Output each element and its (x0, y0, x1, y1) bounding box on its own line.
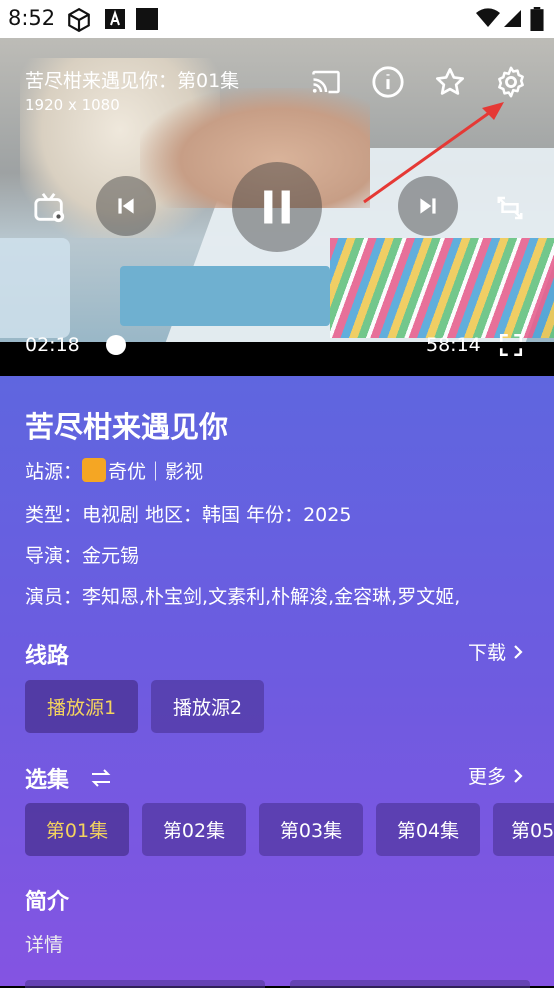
signal-icon (504, 10, 521, 27)
swap-order-icon[interactable] (87, 766, 115, 790)
screen-rotate-icon (497, 196, 523, 220)
battery-icon (530, 7, 544, 31)
type-line: 类型：电视剧 地区：韩国 年份：2025 (25, 504, 352, 526)
cast-button[interactable] (306, 62, 346, 102)
next-button[interactable] (398, 176, 458, 236)
routes-heading: 线路 (25, 644, 70, 669)
info-icon (372, 66, 404, 98)
source-app-icon (82, 458, 107, 482)
source-label: 站源： (25, 461, 83, 483)
wifi-icon (476, 8, 500, 27)
previous-button[interactable] (96, 176, 156, 236)
fullscreen-button[interactable] (496, 330, 526, 360)
more-episodes-button[interactable]: 更多 (468, 762, 526, 789)
status-bar: 8:52 (0, 0, 554, 38)
route-chip-1[interactable]: 播放源1 (25, 680, 138, 733)
source-value[interactable]: 奇优｜影视 (108, 461, 203, 483)
info-button[interactable] (368, 62, 408, 102)
chevron-right-icon (514, 768, 523, 783)
tv-pip-button[interactable] (28, 188, 72, 228)
cube-icon (68, 7, 90, 33)
rotate-button[interactable] (488, 188, 532, 228)
skip-next-icon (420, 198, 436, 214)
total-time: 58:14 (426, 334, 481, 356)
intro-heading: 简介 (25, 890, 70, 915)
video-title: 苦尽柑来遇见你：第01集 (25, 70, 240, 92)
bottom-card (25, 980, 265, 988)
favorite-button[interactable] (430, 62, 470, 102)
fullscreen-icon (499, 333, 523, 357)
tv-settings-icon (34, 192, 65, 223)
status-time: 8:52 (8, 6, 56, 30)
square-notification-icon (136, 8, 158, 30)
pause-icon (264, 190, 290, 224)
cast-line: 演员：李知恩,朴宝剑,文素利,朴解浚,金容琳,罗文姬, (25, 586, 461, 608)
episodes-heading: 选集 (25, 762, 115, 794)
settings-button[interactable] (491, 62, 531, 102)
download-button[interactable]: 下载 (468, 638, 526, 665)
seek-handle[interactable] (106, 335, 126, 355)
download-label: 下载 (467, 642, 506, 664)
bottom-card (290, 980, 530, 988)
cast-icon (312, 70, 340, 94)
episode-chip-5[interactable]: 第05集 (493, 803, 554, 856)
pause-button[interactable] (232, 162, 322, 252)
chevron-right-icon (514, 644, 523, 659)
gear-icon (498, 66, 524, 98)
episode-chip-4[interactable]: 第04集 (376, 803, 480, 856)
episode-chip-2[interactable]: 第02集 (142, 803, 246, 856)
episodes-heading-label: 选集 (25, 768, 70, 793)
video-resolution: 1920 x 1080 (25, 96, 120, 114)
more-label: 更多 (467, 766, 506, 788)
episode-chip-1[interactable]: 第01集 (25, 803, 129, 856)
episode-chip-3[interactable]: 第03集 (259, 803, 363, 856)
source-line: 站源： 奇优｜影视 (25, 457, 203, 484)
current-time: 02:18 (25, 334, 80, 356)
skip-previous-icon (118, 198, 134, 214)
text-a-icon (105, 9, 125, 29)
route-chip-2[interactable]: 播放源2 (151, 680, 264, 733)
show-title: 苦尽柑来遇见你 (25, 410, 229, 444)
video-player[interactable]: 苦尽柑来遇见你：第01集 1920 x 1080 02:18 58:14 (0, 38, 554, 376)
intro-text: 详情 (25, 934, 64, 956)
star-icon (436, 68, 464, 95)
detail-panel: 苦尽柑来遇见你 站源： 奇优｜影视 类型：电视剧 地区：韩国 年份：2025 导演… (0, 376, 554, 988)
director-line: 导演：金元锡 (25, 545, 140, 567)
